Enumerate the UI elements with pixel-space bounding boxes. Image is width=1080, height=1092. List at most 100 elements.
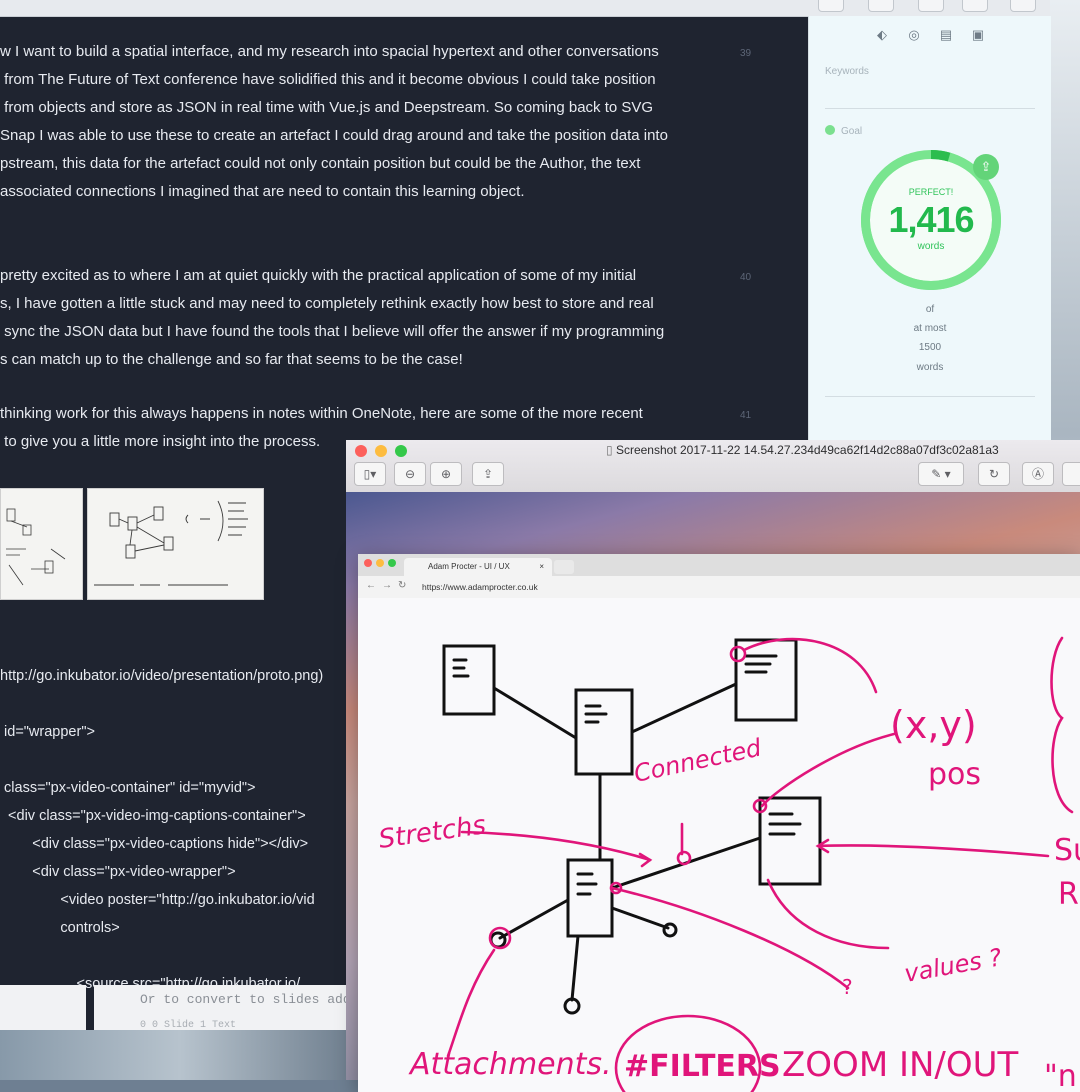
word-count: 1,416	[888, 199, 974, 240]
sketch-label-zoom: ZOOM IN/OUT	[782, 1045, 1019, 1085]
browser-tabbar: Adam Procter - UI / UX ×	[358, 554, 1080, 576]
sketch-label-quote: "n	[1044, 1059, 1077, 1092]
toolbar-button[interactable]	[1062, 462, 1080, 486]
tab-close-icon[interactable]: ×	[539, 558, 544, 576]
code-line: <div class="px-video-img-captions-contai…	[0, 808, 306, 824]
paragraph-line: Snap I was able to use these to create a…	[0, 127, 668, 144]
sketch-label-r: R	[1058, 877, 1079, 912]
browser-close-button[interactable]	[364, 559, 372, 567]
back-icon[interactable]: ←	[366, 580, 376, 591]
tag-icon[interactable]: ⬖	[875, 28, 889, 42]
goal-progress-ring[interactable]: PERFECT! 1,416 words ⇪	[861, 150, 1001, 290]
paragraph-line: s, I have gotten a little stuck and may …	[0, 295, 654, 312]
reload-icon[interactable]: ↻	[398, 580, 406, 591]
footer-text: Or to convert to slides add	[140, 992, 351, 1007]
keywords-label: Keywords	[825, 66, 869, 77]
browser-tab[interactable]: Adam Procter - UI / UX ×	[404, 558, 552, 576]
paragraph-line: w I want to build a spatial interface, a…	[0, 43, 659, 60]
forward-icon[interactable]: →	[382, 580, 392, 591]
share-icon[interactable]: ⇪	[472, 462, 504, 486]
new-tab-button[interactable]	[554, 560, 574, 574]
hand-drawn-sketch: Stretchs Connected (x,y) pos values ? ? …	[377, 636, 1080, 1092]
sketch-label-xy: (x,y)	[890, 703, 977, 747]
goal-status: PERFECT!	[908, 187, 954, 197]
url-text: https://www.adamprocter.co.uk	[422, 582, 538, 592]
goal-dot-icon	[825, 125, 835, 135]
top-toolbar	[0, 0, 1050, 17]
document-node	[574, 688, 634, 776]
desktop-wallpaper-bottom	[0, 1030, 360, 1080]
toolbar-button[interactable]	[818, 0, 844, 12]
browser-address-bar[interactable]: ← → ↻ https://www.adamprocter.co.uk	[358, 576, 1080, 599]
preview-image: Adam Procter - UI / UX × ← → ↻ https://w…	[346, 492, 1080, 1092]
preview-titlebar[interactable]: ▯ Screenshot 2017-11-22 14.54.27.234d49c…	[346, 440, 1080, 493]
footer-text-2: 0 0 Slide 1 Text	[140, 1020, 237, 1031]
close-button[interactable]	[355, 445, 367, 457]
code-line: id="wrapper">	[0, 724, 95, 740]
sketch-label-filters: #FILTERS	[624, 1049, 781, 1084]
toolbar-button[interactable]	[918, 0, 944, 12]
paragraph-line: thinking work for this always happens in…	[0, 405, 643, 422]
zoom-in-icon[interactable]: ⊕	[430, 462, 462, 486]
browser-zoom-button[interactable]	[388, 559, 396, 567]
sketch-label-pos: pos	[928, 757, 981, 792]
note-thumbnail-1[interactable]	[0, 488, 83, 600]
share-icon[interactable]: ⇪	[973, 154, 999, 180]
goal-ring-tip	[930, 150, 951, 162]
sketch-canvas[interactable]: Stretchs Connected (x,y) pos values ? ? …	[358, 598, 1080, 1092]
code-line: <div class="px-video-captions hide"></di…	[0, 836, 309, 852]
sketch-label-connected: Connected	[631, 733, 764, 787]
toolbar-button[interactable]	[962, 0, 988, 12]
sketch-thumbnail-icon	[94, 500, 248, 586]
paragraph-line: pretty excited as to where I am at quiet…	[0, 267, 637, 284]
browser-minimize-button[interactable]	[376, 559, 384, 567]
code-line: <div class="px-video-wrapper">	[0, 864, 236, 880]
paragraph-line: associated connections I imagined that a…	[0, 183, 525, 200]
paragraph-number: 40	[740, 272, 752, 283]
sketch-label-values: values ?	[902, 943, 1004, 988]
rotate-icon[interactable]: ↻	[978, 462, 1010, 486]
zoom-out-icon[interactable]: ⊖	[394, 462, 426, 486]
document-node	[442, 644, 496, 716]
minimize-button[interactable]	[375, 445, 387, 457]
zoom-button[interactable]	[395, 445, 407, 457]
sketch-label-attachments: Attachments.	[408, 1047, 612, 1082]
toolbar-button[interactable]	[868, 0, 894, 12]
editor-footer-left	[0, 985, 86, 1030]
word-count-unit: words	[917, 241, 945, 252]
divider	[825, 396, 1035, 397]
toolbar-button[interactable]	[1010, 0, 1036, 12]
goal-of: of	[925, 304, 935, 315]
goal-limit: at most	[913, 323, 947, 334]
note-thumbnail-2[interactable]	[87, 488, 264, 600]
divider	[825, 108, 1035, 109]
screenshot-preview-window: ▯ Screenshot 2017-11-22 14.54.27.234d49c…	[346, 440, 1080, 1092]
paragraph-number: 41	[740, 410, 752, 421]
editor-footer-panel: Or to convert to slides add 0 0 Slide 1 …	[94, 985, 354, 1031]
goal-label: Goal	[841, 126, 863, 137]
sketch-thumbnail-icon	[6, 508, 66, 586]
paragraph-line: from objects and store as JSON in real t…	[0, 99, 654, 116]
statistics-sidebar: ⬖ ◎ ▤ ▣ Keywords Goal PERFECT! 1,416 wor…	[808, 16, 1051, 441]
document-icon[interactable]: ▤	[939, 28, 953, 42]
target-icon[interactable]: ◎	[907, 28, 921, 42]
annotation-arrow	[742, 637, 878, 694]
sidebar-toggle-button[interactable]: ▯▾	[354, 462, 386, 486]
paragraph-number: 39	[740, 48, 752, 59]
code-line: <video poster="http://go.inkubator.io/vi…	[0, 892, 315, 908]
file-icon: ▯	[606, 443, 616, 457]
document-node	[566, 858, 614, 938]
paragraph-line: sync the JSON data but I have found the …	[0, 323, 665, 340]
image-icon[interactable]: ▣	[971, 28, 985, 42]
markup-toolbar-icon[interactable]: Ⓐ	[1022, 462, 1054, 486]
code-line: class="px-video-container" id="myvid">	[0, 780, 256, 796]
code-line: controls>	[0, 920, 120, 936]
window-title: ▯ Screenshot 2017-11-22 14.54.27.234d49c…	[606, 443, 999, 457]
code-line: http://go.inkubator.io/video/presentatio…	[0, 668, 324, 684]
goal-unit: words	[916, 362, 944, 373]
document-node	[758, 796, 822, 886]
sketch-label-question: ?	[842, 975, 853, 999]
goal-target[interactable]: 1500	[809, 342, 1051, 353]
markup-pen-icon[interactable]: ✎ ▾	[918, 462, 964, 486]
browser-window: Adam Procter - UI / UX × ← → ↻ https://w…	[358, 554, 1080, 1092]
